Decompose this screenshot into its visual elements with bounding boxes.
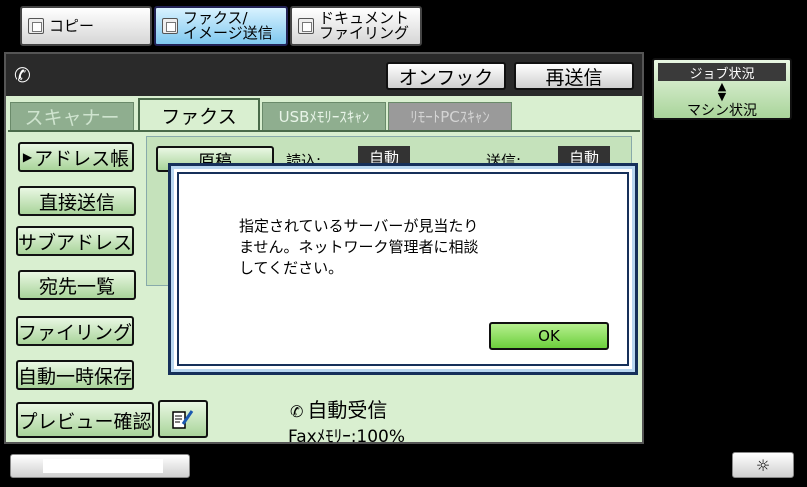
job-status-button[interactable]: ジョブ状況 ▲ ▼ マシン状況 bbox=[652, 58, 792, 120]
mode-filing-label: ドキュメント ファイリング bbox=[319, 11, 409, 41]
reception-label: 自動受信 bbox=[307, 398, 388, 422]
reception-status: ✆ 自動受信 bbox=[290, 394, 387, 423]
status-bar: ✆ オンフック 再送信 bbox=[6, 54, 642, 96]
brightness-button[interactable]: ☼ bbox=[732, 452, 794, 478]
machine-status-label: マシン状況 bbox=[687, 103, 757, 119]
mode-copy-button[interactable]: コピー bbox=[20, 6, 152, 46]
onhook-button[interactable]: オンフック bbox=[386, 62, 506, 90]
sub-address-button[interactable]: サブアドレス bbox=[16, 226, 134, 256]
tab-remote-pc-scan: ﾘﾓｰﾄPCｽｷｬﾝ bbox=[388, 102, 512, 130]
toggle-arrows-icon: ▲ ▼ bbox=[717, 80, 727, 103]
copy-icon bbox=[28, 18, 44, 34]
fax-memory-status: Faxﾒﾓﾘｰ:100% bbox=[288, 427, 406, 447]
mode-filing-button[interactable]: ドキュメント ファイリング bbox=[290, 6, 422, 46]
mode-filing-label-line2: ファイリング bbox=[319, 24, 410, 42]
send-type-tabs: スキャナー ファクス USBﾒﾓﾘｰｽｷｬﾝ ﾘﾓｰﾄPCｽｷｬﾝ bbox=[6, 98, 642, 130]
filing-button[interactable]: ファイリング bbox=[16, 316, 134, 346]
incoming-call-icon: ✆ bbox=[290, 402, 304, 421]
mode-copy-label: コピー bbox=[49, 16, 95, 35]
fax-icon bbox=[162, 18, 178, 34]
error-dialog-body: 指定されているサーバーが見当たり ません。ネットワーク管理者に相談 してください… bbox=[177, 172, 629, 366]
tab-scanner[interactable]: スキャナー bbox=[10, 102, 134, 130]
error-dialog: 指定されているサーバーが見当たり ません。ネットワーク管理者に相談 してください… bbox=[168, 163, 638, 375]
message-slot-fill bbox=[43, 459, 163, 473]
address-book-button[interactable]: アドレス帳 bbox=[18, 142, 134, 172]
right-panel: ジョブ状況 ▲ ▼ マシン状況 bbox=[646, 52, 807, 444]
preview-button[interactable]: プレビュー確認 bbox=[16, 402, 154, 438]
resend-button[interactable]: 再送信 bbox=[514, 62, 634, 90]
auto-save-button[interactable]: 自動一時保存 bbox=[16, 360, 134, 390]
dest-list-button[interactable]: 宛先一覧 bbox=[18, 270, 136, 300]
ok-button[interactable]: OK bbox=[489, 322, 609, 350]
mode-fax-button[interactable]: ファクス/ イメージ送信 bbox=[154, 6, 288, 46]
brightness-icon: ☼ bbox=[755, 455, 771, 475]
tab-usb-scan[interactable]: USBﾒﾓﾘｰｽｷｬﾝ bbox=[262, 102, 386, 130]
error-message: 指定されているサーバーが見当たり ません。ネットワーク管理者に相談 してください… bbox=[239, 217, 479, 277]
mode-fax-label: ファクス/ イメージ送信 bbox=[183, 11, 273, 41]
preview-icon-button[interactable] bbox=[158, 400, 208, 438]
tab-fax[interactable]: ファクス bbox=[138, 98, 260, 130]
message-slot bbox=[10, 454, 190, 478]
direct-send-button[interactable]: 直接送信 bbox=[18, 186, 136, 216]
job-status-label: ジョブ状況 bbox=[658, 63, 786, 82]
address-book-label: アドレス帳 bbox=[34, 147, 130, 170]
bottom-bar: ☼ bbox=[0, 446, 807, 487]
filing-icon bbox=[298, 18, 314, 34]
phone-icon: ✆ bbox=[14, 63, 31, 87]
mode-bar: コピー ファクス/ イメージ送信 ドキュメント ファイリング bbox=[0, 0, 807, 50]
mode-fax-label-line2: イメージ送信 bbox=[183, 24, 273, 42]
edit-document-icon bbox=[172, 410, 194, 429]
